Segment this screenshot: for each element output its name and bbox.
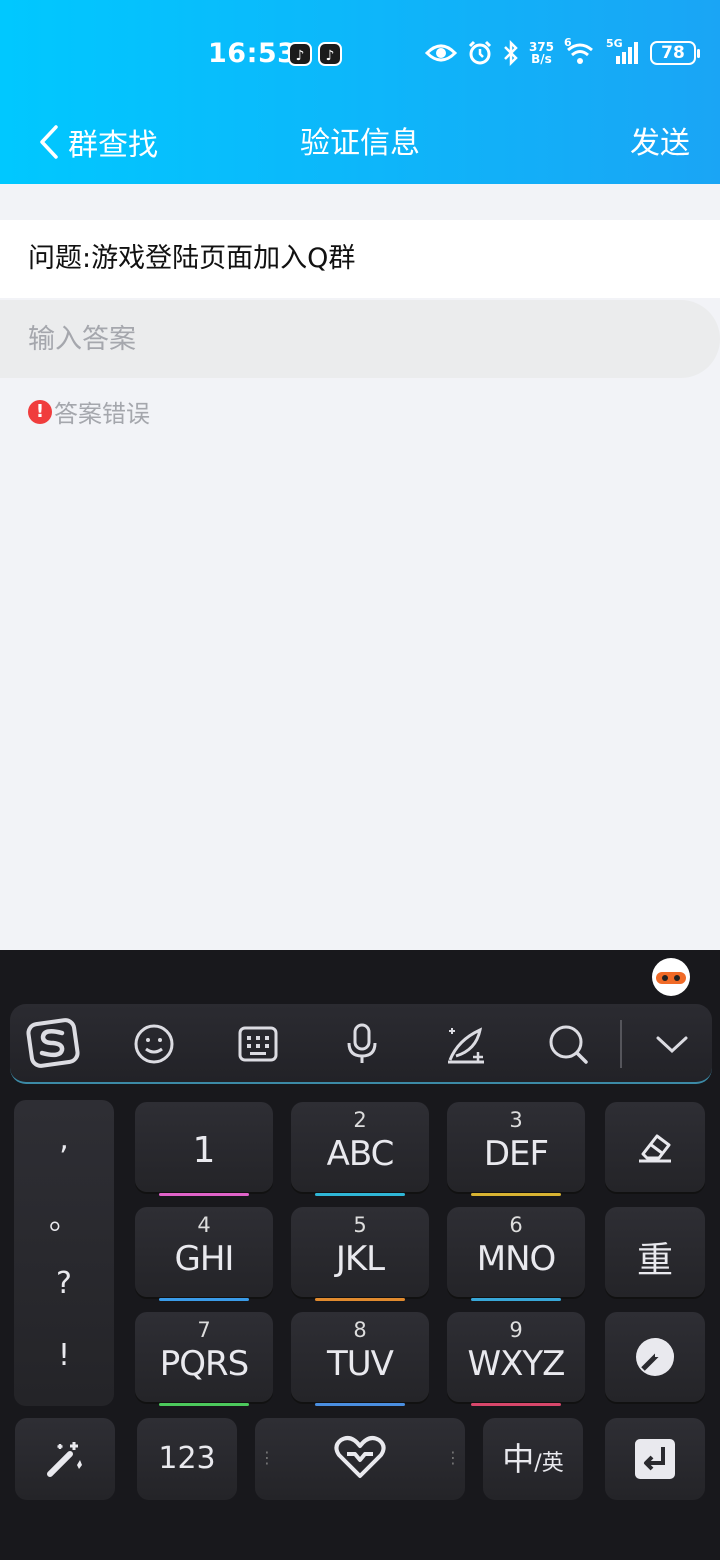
t9-key[interactable]: 3 DEF xyxy=(447,1102,585,1196)
answer-input[interactable] xyxy=(0,300,720,378)
status-icons: 375 B/s 6 5G 78 xyxy=(424,36,700,68)
half-circle-icon xyxy=(636,1338,674,1376)
key-number: 6 xyxy=(509,1213,523,1237)
toolbar-divider xyxy=(620,1020,622,1068)
t9-key[interactable]: 6 MNO xyxy=(447,1207,585,1301)
key-number: 4 xyxy=(197,1213,211,1237)
chevron-left-icon xyxy=(40,125,58,159)
key-number: 3 xyxy=(509,1108,523,1132)
eraser-icon xyxy=(639,1134,671,1163)
key-letters: JKL xyxy=(335,1239,385,1279)
header: 16:53 ♪ ♪ 375 B/s 6 5G 78 群查找 验证信息 发送 xyxy=(0,0,720,184)
t9-key[interactable]: 9 WXYZ xyxy=(447,1312,585,1406)
eye-comfort-icon xyxy=(424,44,457,62)
key-number: 8 xyxy=(353,1318,367,1342)
t9-key[interactable]: 4 GHI xyxy=(135,1207,273,1301)
sogou-logo-icon[interactable] xyxy=(26,1016,80,1070)
key-glow xyxy=(471,1298,561,1301)
heart-icon xyxy=(334,1436,386,1478)
key-number: 7 xyxy=(197,1318,211,1342)
key-number: 5 xyxy=(353,1213,367,1237)
emoji-icon[interactable] xyxy=(132,1022,176,1066)
key-glow xyxy=(159,1298,249,1301)
status-time: 16:53 xyxy=(208,38,297,69)
search-icon[interactable] xyxy=(546,1022,590,1066)
numbers-key[interactable]: 123 xyxy=(137,1418,237,1500)
key-letters: MNO xyxy=(476,1239,557,1279)
language-switch-key[interactable]: 中/英 xyxy=(483,1418,583,1500)
cellular-signal-icon: 5G xyxy=(606,37,640,66)
wifi-icon: 6 xyxy=(564,36,596,66)
handwriting-icon[interactable] xyxy=(444,1022,488,1066)
error-text: 答案错误 xyxy=(54,400,150,428)
key-glow xyxy=(159,1403,249,1406)
delete-key[interactable] xyxy=(605,1102,705,1192)
key-letters: GHI xyxy=(174,1239,235,1279)
punct-period[interactable]: 。 xyxy=(14,1194,114,1238)
notification-app-icon: ♪ xyxy=(318,42,342,66)
reset-key[interactable]: 重 xyxy=(605,1207,705,1297)
key-letters: 1 xyxy=(192,1130,216,1171)
magic-wand-key[interactable] xyxy=(15,1418,115,1500)
key-letters: WXYZ xyxy=(467,1344,566,1384)
key-glow xyxy=(159,1193,249,1196)
key-glow xyxy=(471,1403,561,1406)
key-letters: ABC xyxy=(326,1134,395,1174)
t9-key[interactable]: 8 TUV xyxy=(291,1312,429,1406)
key-letters: DEF xyxy=(483,1134,549,1174)
key-number: 9 xyxy=(509,1318,523,1342)
key-glow xyxy=(315,1403,405,1406)
key-letters: TUV xyxy=(327,1344,394,1384)
error-icon: ! xyxy=(28,399,52,424)
back-button[interactable]: 群查找 xyxy=(36,120,158,164)
keyboard-switch-icon[interactable] xyxy=(236,1022,280,1066)
bluetooth-icon xyxy=(504,40,518,66)
mode-key[interactable] xyxy=(605,1312,705,1402)
network-speed: 375 B/s xyxy=(528,40,554,66)
keyboard-toolbar xyxy=(10,1004,712,1084)
punct-question[interactable]: ? xyxy=(14,1266,114,1301)
t9-key[interactable]: 2 ABC xyxy=(291,1102,429,1196)
punct-exclaim[interactable]: ! xyxy=(14,1338,114,1373)
magic-wand-icon xyxy=(47,1442,82,1477)
hide-keyboard-chevron-down-icon[interactable] xyxy=(650,1022,694,1066)
punctuation-key[interactable]: , 。 ? ! xyxy=(14,1100,114,1406)
navbar: 群查找 验证信息 发送 xyxy=(0,100,720,176)
keyboard: , 。 ? ! 1 2 ABC 3 DEF 4 GHI 5 JKL 6 MNO 7 PQRS 8 TUV 9 W… xyxy=(0,950,720,1560)
status-bar: 16:53 ♪ ♪ 375 B/s 6 5G 78 xyxy=(0,28,720,80)
error-message: ! 答案错误 xyxy=(28,394,150,429)
key-glow xyxy=(471,1193,561,1196)
back-label: 群查找 xyxy=(68,128,158,163)
battery-indicator: 78 xyxy=(650,41,700,65)
enter-key[interactable] xyxy=(605,1418,705,1500)
punct-comma[interactable]: , xyxy=(14,1122,114,1157)
key-number: 2 xyxy=(353,1108,367,1132)
microphone-icon[interactable] xyxy=(340,1022,384,1066)
t9-key[interactable]: 1 xyxy=(135,1102,273,1196)
notification-app-icon: ♪ xyxy=(288,42,312,66)
space-key[interactable]: ⋮ ⋮ xyxy=(255,1418,465,1500)
key-glow xyxy=(315,1298,405,1301)
key-letters: PQRS xyxy=(159,1344,249,1384)
enter-icon xyxy=(635,1439,675,1479)
t9-key[interactable]: 5 JKL xyxy=(291,1207,429,1301)
alarm-icon xyxy=(468,40,491,65)
keyboard-mascot-icon[interactable] xyxy=(652,958,690,996)
key-glow xyxy=(315,1193,405,1196)
send-button[interactable]: 发送 xyxy=(630,118,690,162)
t9-key[interactable]: 7 PQRS xyxy=(135,1312,273,1406)
question-text: 问题:游戏登陆页面加入Q群 xyxy=(0,220,720,298)
